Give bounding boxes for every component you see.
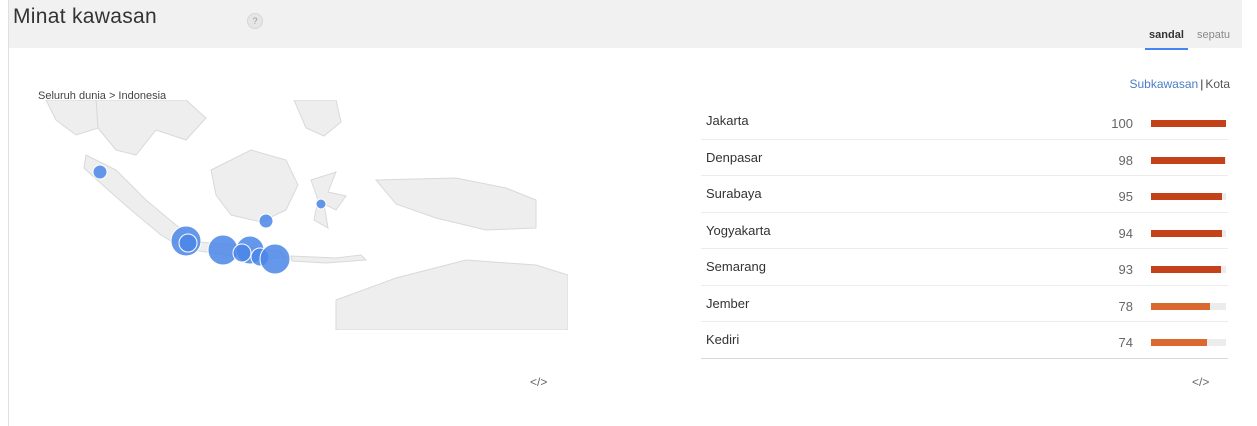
- region-bar: [1151, 229, 1222, 237]
- region-value: 93: [1118, 262, 1133, 277]
- region-row[interactable]: Yogyakarta 94: [701, 213, 1228, 249]
- region-ranking-list: Jakarta 100 Denpasar 98 Surabaya 95 Yogy…: [701, 103, 1228, 359]
- region-bar-track: [1151, 193, 1226, 200]
- region-value: 74: [1118, 335, 1133, 350]
- region-row[interactable]: Semarang 93: [701, 249, 1228, 286]
- region-row[interactable]: Jakarta 100: [701, 103, 1228, 140]
- region-bar: [1151, 120, 1226, 127]
- region-value: 95: [1118, 189, 1133, 204]
- region-value: 100: [1111, 116, 1133, 131]
- region-bar: [1151, 266, 1221, 273]
- region-value: 78: [1118, 298, 1133, 314]
- region-row[interactable]: Kediri 74: [701, 322, 1228, 359]
- map-marker[interactable]: [232, 243, 252, 263]
- region-bar-track: [1151, 156, 1226, 164]
- list-embed-button[interactable]: </>: [1192, 375, 1209, 389]
- region-bar-track: [1151, 302, 1226, 310]
- region-name: Yogyakarta: [706, 222, 771, 238]
- region-bar: [1151, 193, 1223, 200]
- map-embed-button[interactable]: </>: [530, 375, 547, 389]
- page-title: Minat kawasan: [13, 5, 157, 28]
- help-icon[interactable]: ?: [247, 13, 263, 29]
- panel-header: Minat kawasan ? sandal sepatu: [9, 0, 1242, 50]
- map-marker[interactable]: [259, 243, 291, 275]
- tab-sepatu[interactable]: sepatu: [1193, 28, 1234, 48]
- map-marker[interactable]: [178, 233, 198, 253]
- region-name: Jakarta: [706, 113, 749, 128]
- region-name: Surabaya: [706, 186, 762, 201]
- resolution-subregion-link[interactable]: Subkawasan: [1129, 77, 1198, 91]
- region-value: 94: [1118, 225, 1133, 241]
- region-row[interactable]: Surabaya 95: [701, 176, 1228, 213]
- region-bar-track: [1151, 266, 1226, 273]
- region-row[interactable]: Jember 78: [701, 286, 1228, 322]
- region-name: Denpasar: [706, 149, 763, 165]
- region-bar-track: [1151, 229, 1226, 237]
- indonesia-map[interactable]: [36, 100, 568, 330]
- region-bar: [1151, 156, 1225, 164]
- region-value: 98: [1118, 152, 1133, 168]
- tab-sandal[interactable]: sandal: [1145, 28, 1188, 50]
- map-marker[interactable]: [315, 198, 327, 210]
- region-bar-track: [1151, 339, 1226, 346]
- region-name: Kediri: [706, 332, 740, 347]
- region-name: Jember: [706, 295, 750, 311]
- resolution-city-link[interactable]: Kota: [1205, 77, 1230, 91]
- region-bar-track: [1151, 120, 1226, 127]
- region-name: Semarang: [706, 259, 766, 274]
- resolution-toggle: Subkawasan | Kota: [1129, 77, 1230, 91]
- region-row[interactable]: Denpasar 98: [701, 140, 1228, 176]
- resolution-separator: |: [1200, 77, 1204, 91]
- term-tabs: sandal sepatu: [1143, 28, 1234, 50]
- map-landmass: [45, 100, 568, 330]
- region-bar: [1151, 339, 1207, 346]
- region-bar: [1151, 302, 1210, 310]
- map-marker[interactable]: [258, 213, 274, 229]
- map-marker[interactable]: [92, 164, 108, 180]
- panel-left-border: [8, 0, 9, 426]
